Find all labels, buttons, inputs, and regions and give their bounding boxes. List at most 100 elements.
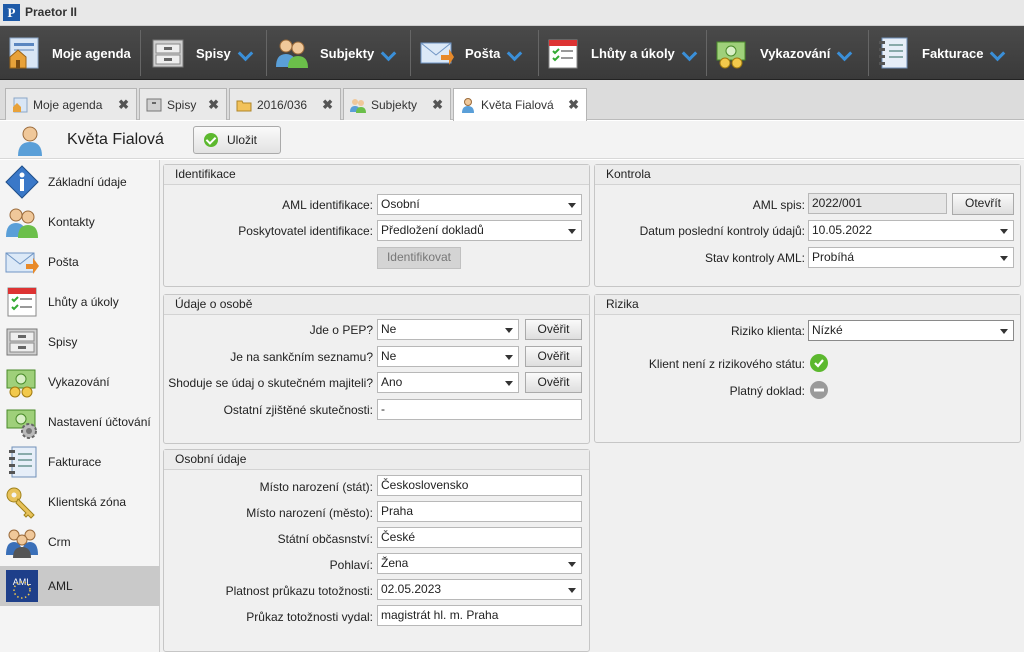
panel-title: Osobní údaje: [164, 450, 589, 470]
close-icon[interactable]: ✖: [432, 97, 443, 113]
chevron-down-icon[interactable]: [239, 48, 253, 58]
sidebar-item-label: Klientská zóna: [48, 495, 127, 509]
toolbar-subjekty[interactable]: Subjekty: [274, 26, 396, 80]
chevron-down-icon[interactable]: [508, 48, 522, 58]
tab-2016-036[interactable]: 2016/036 ✖: [229, 88, 341, 120]
risk-state-label: Klient není z rizikového státu:: [648, 357, 805, 371]
close-icon[interactable]: ✖: [118, 97, 129, 113]
chevron-down-icon[interactable]: [382, 48, 396, 58]
money-gear-icon: [4, 405, 40, 439]
birth-country-input[interactable]: Československo: [377, 475, 582, 496]
sidebar-item-fakturace[interactable]: Fakturace: [0, 442, 160, 482]
notebook-icon: [4, 445, 40, 479]
sidebar-item-posta[interactable]: Pošta: [0, 242, 160, 282]
aml-state-select[interactable]: Probíhá: [808, 247, 1014, 268]
close-icon[interactable]: ✖: [322, 97, 333, 113]
sidebar-item-lhuty[interactable]: Lhůty a úkoly: [0, 282, 160, 322]
toolbar-label: Fakturace: [922, 45, 984, 61]
notebook-icon: [876, 35, 912, 71]
calendar-checklist-icon: [545, 35, 581, 71]
chevron-down-icon[interactable]: [838, 48, 852, 58]
sidebar-item-spisy[interactable]: Spisy: [0, 322, 160, 362]
aml-identification-label: AML identifikace:: [282, 198, 373, 212]
contacts-icon: [4, 205, 40, 239]
aml-identification-select[interactable]: Osobní: [377, 194, 582, 215]
kontrola-panel: Kontrola AML spis: 2022/001 Otevřít Datu…: [594, 164, 1021, 287]
file-cabinet-icon: [146, 97, 162, 113]
open-file-button[interactable]: Otevřít: [952, 193, 1014, 215]
save-button[interactable]: Uložit: [193, 126, 281, 154]
verify-pep-button[interactable]: Ověřit: [525, 319, 582, 340]
tab-moje-agenda[interactable]: Moje agenda ✖: [5, 88, 137, 120]
owner-match-select[interactable]: Ano: [377, 372, 519, 393]
sidebar-item-label: Pošta: [48, 255, 79, 269]
file-cabinet-icon: [4, 325, 40, 359]
title-bar: P Praetor II: [0, 0, 1024, 26]
verify-sanction-button[interactable]: Ověřit: [525, 346, 582, 367]
sidebar-item-kontakty[interactable]: Kontakty: [0, 202, 160, 242]
sidebar-item-label: Kontakty: [48, 215, 95, 229]
birth-city-label: Místo narození (město):: [246, 506, 373, 520]
toolbar-label: Subjekty: [320, 45, 375, 61]
pep-select[interactable]: Ne: [377, 319, 519, 340]
people-icon: [4, 525, 40, 559]
close-icon[interactable]: ✖: [208, 97, 219, 113]
toolbar-posta[interactable]: Pošta: [419, 26, 522, 80]
page-title: Květa Fialová: [67, 131, 164, 148]
id-validity-label: Platnost průkazu totožnosti:: [225, 584, 373, 598]
panel-title: Rizika: [595, 295, 1020, 315]
chevron-down-icon[interactable]: [991, 48, 1005, 58]
save-button-label: Uložit: [227, 133, 258, 147]
toolbar-fakturace[interactable]: Fakturace: [876, 26, 1005, 80]
other-facts-input[interactable]: -: [377, 399, 582, 420]
sidebar-item-label: Spisy: [48, 335, 78, 349]
aml-file-field: 2022/001: [808, 193, 947, 214]
osobni-udaje-panel: Osobní údaje Místo narození (stát): Česk…: [163, 449, 590, 652]
sanction-select[interactable]: Ne: [377, 346, 519, 367]
sidebar-item-label: AML: [48, 579, 73, 593]
last-check-date-datepicker[interactable]: 10.05.2022: [808, 220, 1014, 241]
toolbar-vykazovani[interactable]: Vykazování: [714, 26, 852, 80]
gender-select[interactable]: Žena: [377, 553, 582, 574]
provider-select[interactable]: Předložení dokladů: [377, 220, 582, 241]
app-title: Praetor II: [25, 5, 78, 19]
tab-subjekty[interactable]: Subjekty ✖: [343, 88, 451, 120]
birth-country-label: Místo narození (stát):: [259, 480, 373, 494]
tab-label: Subjekty: [371, 97, 418, 112]
citizenship-input[interactable]: České: [377, 527, 582, 548]
birth-city-input[interactable]: Praha: [377, 501, 582, 522]
tab-kveta-fialova[interactable]: Květa Fialová ✖: [453, 88, 587, 121]
mail-icon: [4, 245, 40, 279]
sidebar-item-crm[interactable]: Crm: [0, 522, 160, 562]
tab-spisy[interactable]: Spisy ✖: [139, 88, 227, 120]
client-risk-select[interactable]: Nízké: [808, 320, 1014, 341]
sidebar-item-klientska-zona[interactable]: Klientská zóna: [0, 482, 160, 522]
toolbar-spisy[interactable]: Spisy: [150, 26, 253, 80]
chevron-down-icon[interactable]: [683, 48, 697, 58]
money-coins-icon: [714, 35, 750, 71]
pep-label: Jde o PEP?: [309, 323, 373, 337]
file-cabinet-icon: [150, 35, 186, 71]
sidebar-item-label: Crm: [48, 535, 71, 549]
sidebar-item-vykazovani[interactable]: Vykazování: [0, 362, 160, 402]
person-icon: [14, 124, 46, 156]
client-risk-label: Riziko klienta:: [730, 324, 805, 338]
ok-check-icon: [810, 354, 828, 372]
id-issuer-input[interactable]: magistrát hl. m. Praha: [377, 605, 582, 626]
close-icon[interactable]: ✖: [568, 97, 579, 113]
provider-label: Poskytovatel identifikace:: [238, 224, 373, 238]
verify-owner-button[interactable]: Ověřit: [525, 372, 582, 393]
identify-button[interactable]: Identifikovat: [377, 247, 461, 269]
panel-title: Kontrola: [595, 165, 1020, 185]
sidebar-item-aml[interactable]: AML AML: [0, 566, 160, 606]
content-area: Identifikace AML identifikace: Osobní Po…: [160, 160, 1024, 652]
people-icon: [350, 97, 366, 113]
sidebar-item-label: Lhůty a úkoly: [48, 295, 119, 309]
main-toolbar: Moje agenda Spisy Subjekty Pošta Lhůty a…: [0, 26, 1024, 80]
toolbar-lhuty[interactable]: Lhůty a úkoly: [545, 26, 697, 80]
id-validity-datepicker[interactable]: 02.05.2023: [377, 579, 582, 600]
tab-label: Květa Fialová: [481, 98, 554, 112]
sidebar-item-nastaveni-uctovani[interactable]: Nastavení účtování: [0, 402, 160, 442]
toolbar-moje-agenda[interactable]: Moje agenda: [6, 26, 131, 80]
sidebar-item-zakladni-udaje[interactable]: Základní údaje: [0, 162, 160, 202]
